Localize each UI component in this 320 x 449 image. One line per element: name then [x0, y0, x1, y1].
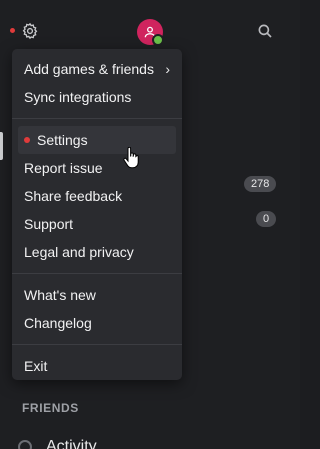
- sidebar-selection-indicator: [0, 132, 3, 160]
- menu-item-sync-integrations[interactable]: Sync integrations: [12, 83, 182, 111]
- sidebar-item-label: Activity: [46, 438, 97, 449]
- menu-item-exit[interactable]: Exit: [12, 352, 182, 380]
- sidebar-item-activity[interactable]: Activity: [18, 438, 97, 449]
- settings-menu: Add games & friends › Sync integrations …: [12, 49, 182, 380]
- menu-item-settings[interactable]: Settings: [18, 126, 176, 154]
- menu-item-label: Changelog: [24, 315, 92, 331]
- hand-cursor-icon: [123, 147, 139, 169]
- menu-item-label: Share feedback: [24, 188, 123, 204]
- menu-item-label: Support: [24, 216, 74, 232]
- menu-item-label: What's new: [24, 287, 96, 303]
- menu-item-label: Settings: [37, 132, 88, 148]
- menu-item-label: Add games & friends: [24, 61, 154, 77]
- menu-item-changelog[interactable]: Changelog: [12, 309, 182, 337]
- activity-icon: [18, 440, 32, 449]
- chevron-right-icon: ›: [165, 61, 170, 77]
- count-badge: 0: [256, 211, 277, 227]
- notification-dot: [24, 137, 30, 144]
- menu-divider: [12, 344, 182, 345]
- gear-icon[interactable]: [21, 22, 39, 40]
- menu-item-label: Report issue: [24, 160, 103, 176]
- menu-divider: [12, 273, 182, 274]
- menu-item-label: Sync integrations: [24, 89, 132, 105]
- count-badge: 278: [244, 176, 277, 192]
- menu-divider: [12, 118, 182, 119]
- menu-item-label: Exit: [24, 358, 48, 374]
- menu-item-share-feedback[interactable]: Share feedback: [12, 182, 182, 210]
- menu-item-report-issue[interactable]: Report issue: [12, 154, 182, 182]
- menu-item-label: Legal and privacy: [24, 244, 134, 260]
- search-icon[interactable]: [256, 22, 274, 40]
- notification-dot: [10, 28, 15, 33]
- menu-item-legal-privacy[interactable]: Legal and privacy: [12, 238, 182, 266]
- avatar[interactable]: [137, 19, 164, 46]
- menu-item-support[interactable]: Support: [12, 210, 182, 238]
- menu-item-whats-new[interactable]: What's new: [12, 281, 182, 309]
- menu-item-add-games-friends[interactable]: Add games & friends ›: [12, 55, 182, 83]
- friends-section-title: FRIENDS: [22, 401, 79, 415]
- app-window: 278 0 FRIENDS Activity Add games & frien…: [0, 0, 300, 449]
- online-status-dot: [152, 34, 164, 46]
